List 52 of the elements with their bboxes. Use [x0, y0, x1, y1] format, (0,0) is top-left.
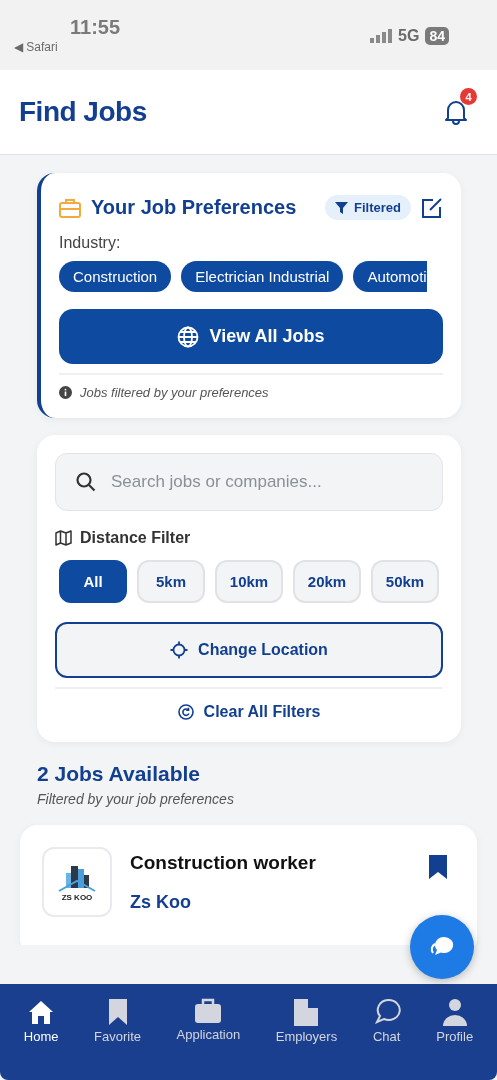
signal-icon [370, 29, 393, 43]
industry-chip[interactable]: Electrician Industrial [181, 261, 344, 292]
briefcase-icon [59, 197, 81, 218]
bookmark-icon [107, 998, 128, 1026]
search-field[interactable]: Search jobs or companies... [55, 453, 443, 511]
industry-chip[interactable]: Construction [59, 261, 172, 292]
map-icon [55, 530, 72, 546]
nav-tab[interactable]: Favorite [94, 998, 141, 1044]
page-title: Find Jobs [19, 96, 147, 128]
back-to-app-link[interactable]: ◀ Safari [14, 40, 121, 54]
reset-icon [177, 704, 194, 720]
edit-icon[interactable] [421, 196, 443, 219]
chat-icon [372, 998, 401, 1026]
filtered-label: Filtered [354, 200, 401, 215]
view-all-jobs-button[interactable]: View All Jobs [59, 309, 443, 364]
company-name[interactable]: Zs Koo [130, 892, 411, 913]
search-icon [76, 472, 96, 492]
building-icon [293, 998, 320, 1026]
filter-icon [335, 201, 349, 214]
nav-tab[interactable]: Chat [372, 998, 401, 1044]
info-icon [59, 386, 72, 399]
distance-option[interactable]: 50km [371, 560, 439, 603]
nav-tab[interactable]: Employers [275, 998, 338, 1044]
person-icon [441, 998, 468, 1026]
distance-filter-label: Distance Filter [80, 529, 191, 547]
distance-option[interactable]: All [59, 560, 127, 603]
notification-badge: 4 [460, 88, 477, 105]
distance-option[interactable]: 20km [293, 560, 361, 603]
briefcase-icon [194, 998, 223, 1024]
nav-tab[interactable]: Home [23, 998, 59, 1044]
logo-text: ZS KOO [61, 892, 93, 902]
nav-tab[interactable]: Profile [436, 998, 474, 1044]
job-card[interactable]: ZS KOO Construction worker Zs Koo [20, 825, 477, 945]
nav-tab[interactable]: Application [176, 998, 241, 1042]
status-time: 11:55 [70, 16, 121, 39]
change-location-button[interactable]: Change Location [55, 622, 443, 678]
preferences-title: Your Job Preferences [91, 196, 298, 219]
industry-chip[interactable]: Automoti [353, 261, 427, 292]
results-subtitle: Filtered by your job preferences [37, 791, 235, 807]
chat-fab[interactable] [410, 915, 474, 979]
crosshair-icon [170, 641, 189, 659]
network-type: 5G [398, 27, 420, 45]
preferences-note: Jobs filtered by your preferences [80, 385, 269, 400]
clear-filters-button[interactable]: Clear All Filters [55, 687, 443, 722]
results-count: 2 Jobs Available [37, 762, 202, 786]
bookmark-icon[interactable] [429, 855, 447, 879]
distance-option[interactable]: 10km [215, 560, 283, 603]
globe-icon [177, 325, 200, 348]
job-title: Construction worker [130, 851, 317, 874]
battery-level: 84 [425, 27, 449, 45]
industry-label: Industry: [59, 234, 122, 252]
distance-option[interactable]: 5km [137, 560, 205, 603]
